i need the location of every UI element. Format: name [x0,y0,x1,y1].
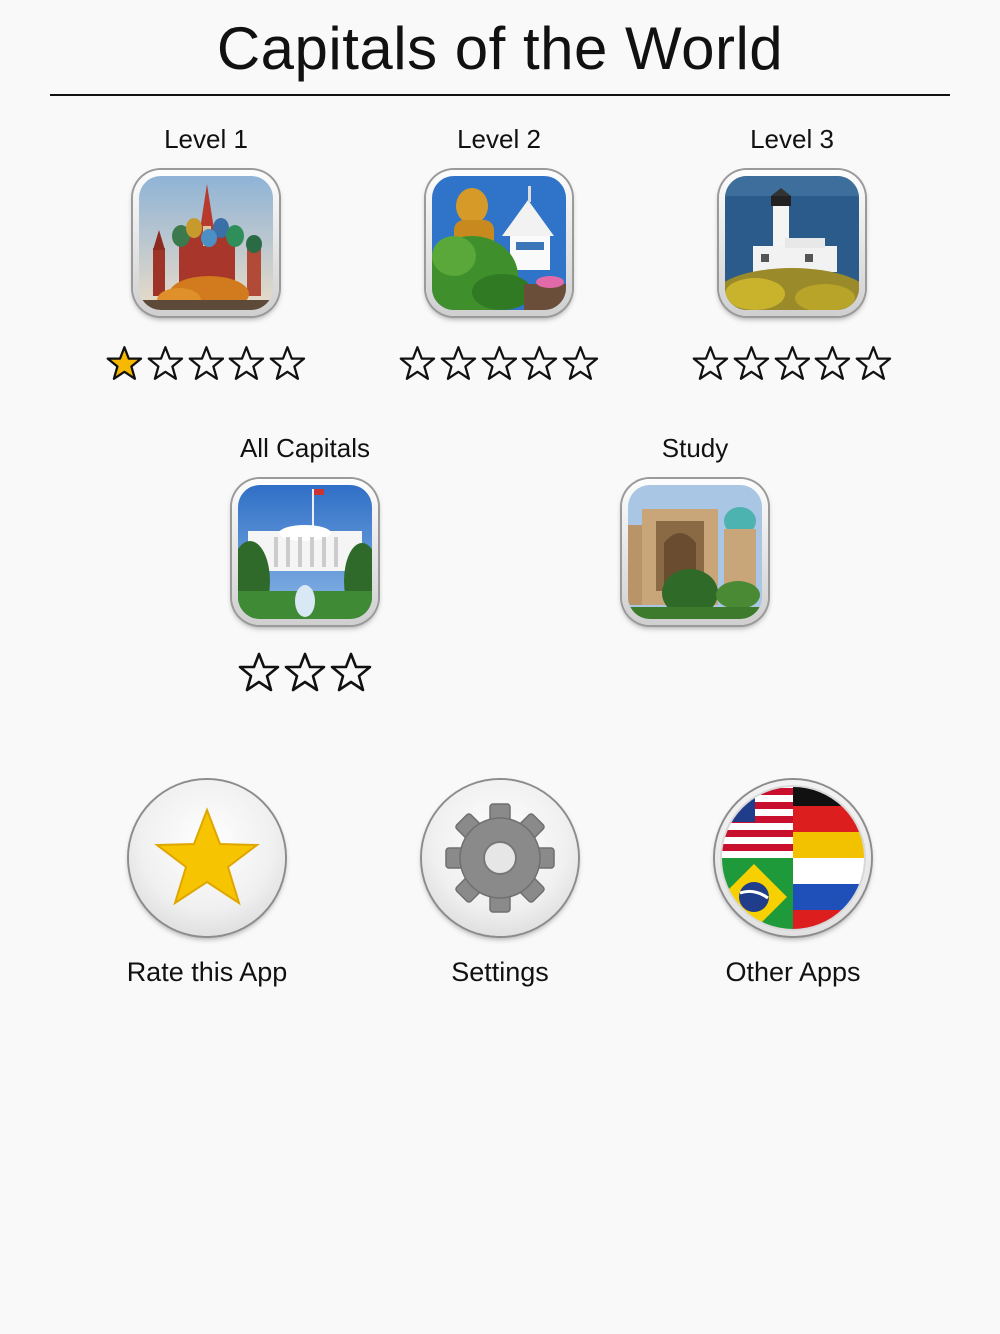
star-filled-icon [106,346,143,380]
star-empty-icon [733,346,769,380]
other-apps-label: Other Apps [725,957,861,987]
all-capitals-stars [205,651,405,693]
rate-app-button[interactable] [129,780,285,936]
star-empty-icon [229,346,265,380]
star-empty-icon [774,346,810,380]
star-empty-icon [238,652,280,692]
star-empty-icon [855,346,892,380]
level-3-tile[interactable]: Level 3 [692,124,892,384]
level-3-button[interactable] [719,170,865,316]
star-empty-icon [692,346,729,380]
all-capitals-button[interactable] [232,479,378,625]
star-empty-icon [440,346,476,380]
page-title: Capitals of the World [216,15,784,82]
star-empty-icon [481,346,517,380]
title-divider [50,94,950,96]
settings-label: Settings [451,957,549,987]
gear-icon [445,803,555,913]
star-empty-icon [147,346,183,380]
other-apps-item[interactable]: Other Apps [693,780,893,988]
flags-icon [720,785,866,931]
star-empty-icon [399,346,436,380]
level-2-label: Level 2 [457,124,541,154]
study-tile[interactable]: Study [595,433,795,625]
settings-item[interactable]: Settings [400,780,600,988]
golden-buddha-temple-image [432,176,566,310]
level-3-label: Level 3 [750,124,834,154]
star-icon [154,807,260,906]
rate-app-label: Rate this App [126,957,288,987]
star-empty-icon [330,652,372,692]
star-empty-icon [269,346,306,380]
star-empty-icon [188,346,224,380]
level-2-button[interactable] [426,170,572,316]
level-2-stars [399,342,599,384]
lighthouse-coast-image [725,176,859,310]
white-house-image [238,485,372,619]
study-button[interactable] [622,479,768,625]
level-2-tile[interactable]: Level 2 [399,124,599,384]
level-1-stars [106,342,306,384]
star-empty-icon [522,346,558,380]
other-apps-button[interactable] [715,780,871,936]
st-basils-cathedral-image [139,176,273,310]
madrasa-image [628,485,762,619]
level-1-button[interactable] [133,170,279,316]
study-label: Study [661,433,729,463]
star-empty-icon [284,652,326,692]
star-empty-icon [815,346,851,380]
settings-button[interactable] [422,780,578,936]
star-empty-icon [562,346,599,380]
rate-app-item[interactable]: Rate this App [107,780,307,988]
level-1-label: Level 1 [164,124,248,154]
all-capitals-label: All Capitals [239,433,371,463]
level-1-tile[interactable]: Level 1 [106,124,306,384]
all-capitals-tile[interactable]: All Capitals [205,433,405,693]
level-3-stars [692,342,892,384]
